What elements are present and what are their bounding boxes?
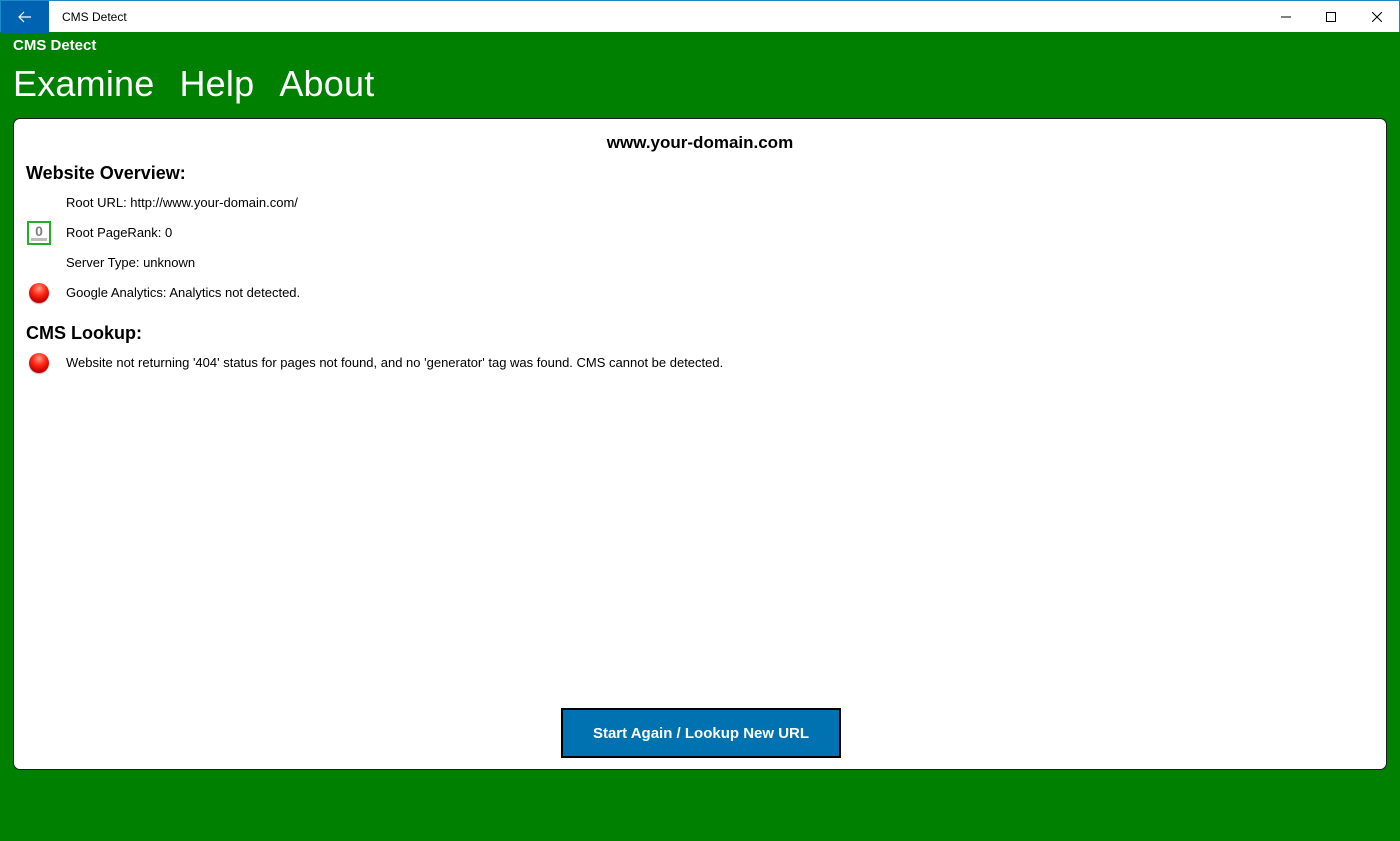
maximize-icon [1326,12,1336,22]
main-nav: Examine Help About [13,61,374,107]
pagerank-text: Root PageRank: 0 [66,225,173,240]
root-url-text: Root URL: http://www.your-domain.com/ [66,195,298,210]
red-status-icon [29,353,49,373]
back-button[interactable] [1,1,49,33]
app-name: CMS Detect [13,37,97,54]
red-status-icon [29,283,49,303]
cms-lookup-heading: CMS Lookup: [26,323,142,343]
pagerank-row: 0 Root PageRank: 0 [26,220,1366,246]
minimize-button[interactable] [1263,1,1309,33]
cms-result-row: Website not returning '404' status for p… [26,350,1366,376]
cms-result-text: Website not returning '404' status for p… [66,355,724,370]
analytics-text: Google Analytics: Analytics not detected… [66,285,301,300]
title-bar: CMS Detect [0,0,1400,33]
pagerank-bar [31,238,47,241]
server-type-text: Server Type: unknown [66,255,196,270]
domain-title: www.your-domain.com [606,133,794,152]
minimize-icon [1281,16,1291,18]
start-again-button[interactable]: Start Again / Lookup New URL [561,708,841,758]
arrow-left-icon [18,11,31,23]
pagerank-icon: 0 [27,221,51,245]
nav-examine[interactable]: Examine [13,61,154,107]
root-url-row: Root URL: http://www.your-domain.com/ [26,190,1366,216]
report-card: www.your-domain.com Website Overview: Ro… [13,118,1387,770]
server-type-row: Server Type: unknown [26,250,1366,276]
pagerank-badge-value: 0 [35,223,43,239]
website-overview-heading: Website Overview: [26,163,186,183]
nav-about[interactable]: About [279,61,374,107]
window-title: CMS Detect [62,10,127,24]
maximize-button[interactable] [1308,1,1354,33]
analytics-row: Google Analytics: Analytics not detected… [26,280,1366,306]
close-button[interactable] [1354,1,1400,33]
nav-help[interactable]: Help [179,61,254,107]
close-icon [1372,12,1382,22]
